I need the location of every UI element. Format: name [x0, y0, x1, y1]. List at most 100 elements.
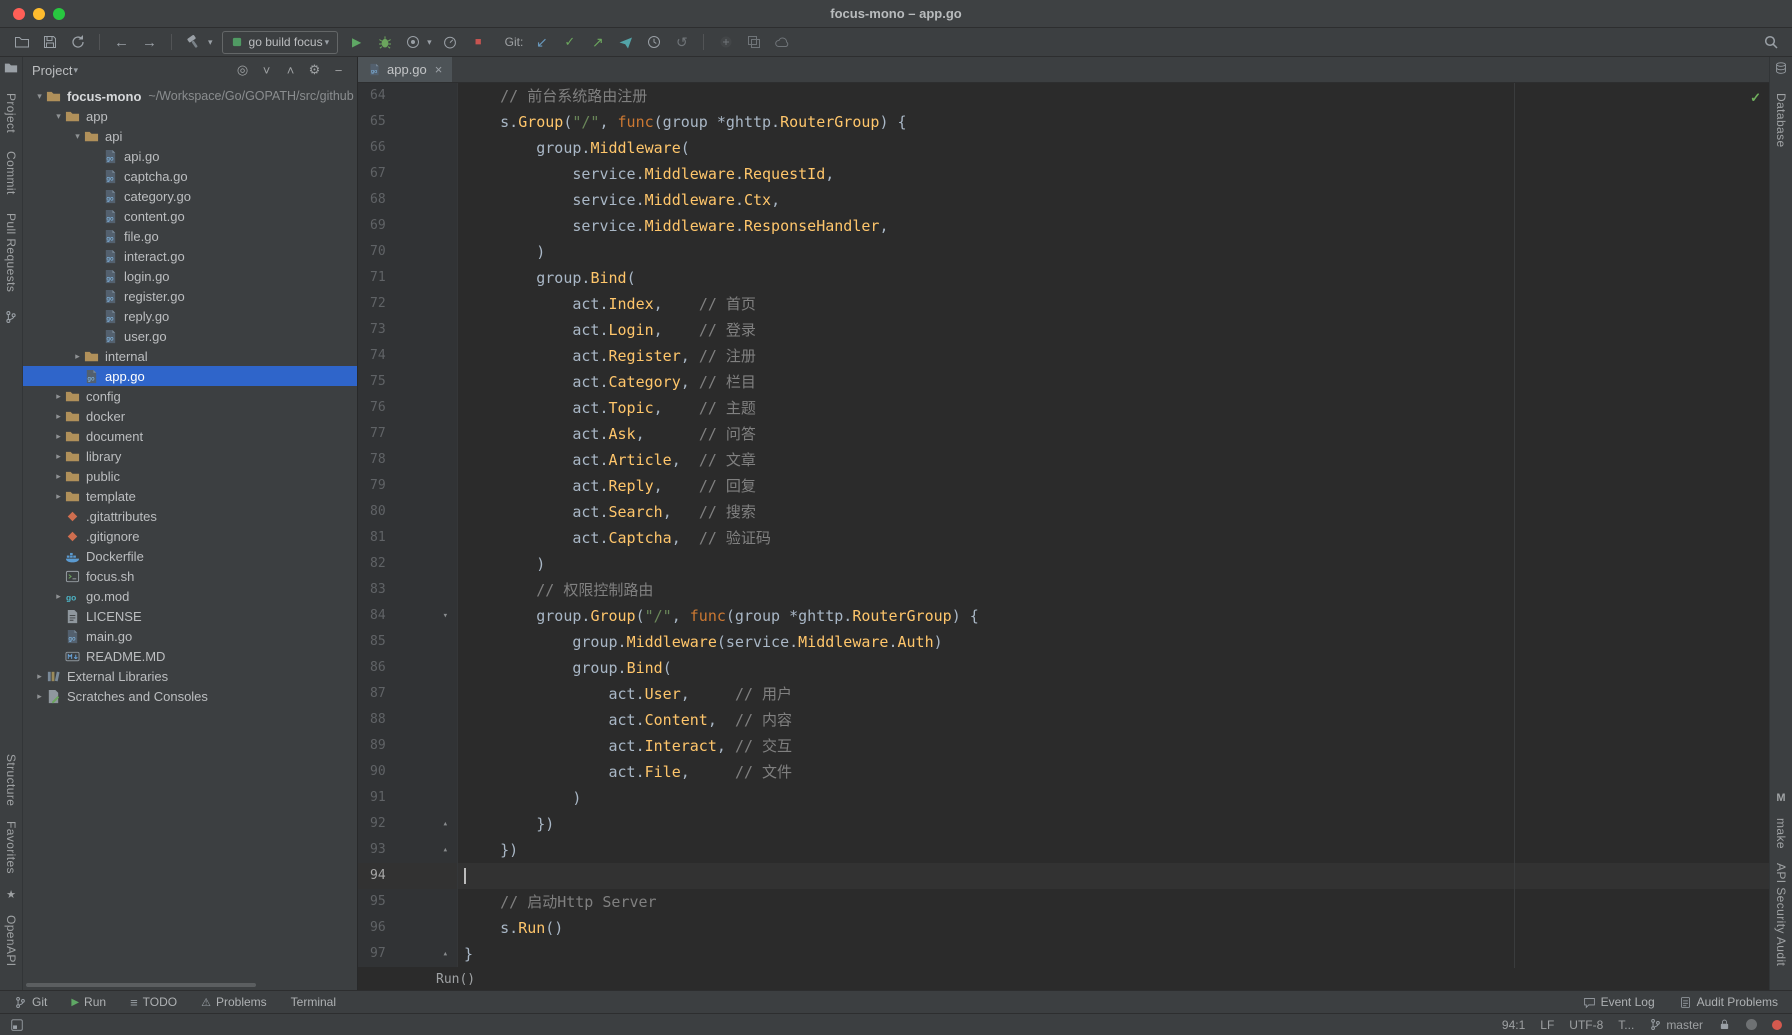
breadcrumb[interactable]: Run()	[436, 972, 475, 987]
expand-all-icon[interactable]: ˅	[257, 63, 276, 78]
code-editor[interactable]: 64 // 前台系统路由注册65 s.Group("/", func(group…	[358, 83, 1769, 968]
code-line-70[interactable]: 70 )	[358, 239, 1769, 265]
stripe-item-make[interactable]: make	[1774, 818, 1788, 849]
toolwindow-run[interactable]: ▶ Run	[71, 995, 106, 1009]
tree-item-interact-go[interactable]: gointeract.go	[23, 246, 357, 266]
chevron-down-icon[interactable]: ▾	[71, 131, 84, 142]
code-line-71[interactable]: 71 group.Bind(	[358, 265, 1769, 291]
chevron-down-icon[interactable]: ▾	[52, 111, 65, 122]
chevron-right-icon[interactable]: ▸	[52, 431, 65, 442]
code-line-83[interactable]: 83 // 权限控制路由	[358, 577, 1769, 603]
code-line-67[interactable]: 67 service.Middleware.RequestId,	[358, 161, 1769, 187]
tree-item-public[interactable]: ▸public	[23, 466, 357, 486]
stripe-item-openapi[interactable]: OpenAPI	[4, 915, 18, 967]
code-line-88[interactable]: 88 act.Content, // 内容	[358, 707, 1769, 733]
code-line-79[interactable]: 79 act.Reply, // 回复	[358, 473, 1769, 499]
chevron-right-icon[interactable]: ▸	[52, 591, 65, 602]
chevron-right-icon[interactable]: ▸	[52, 391, 65, 402]
highlighting-level-icon[interactable]	[1746, 1019, 1757, 1030]
tree-item-external-libraries[interactable]: ▸External Libraries	[23, 666, 357, 686]
code-line-74[interactable]: 74 act.Register, // 注册	[358, 343, 1769, 369]
run-config-selector[interactable]: go build focus ▾	[222, 31, 339, 54]
code-line-80[interactable]: 80 act.Search, // 搜索	[358, 499, 1769, 525]
project-tool-icon[interactable]	[4, 61, 18, 75]
chevron-right-icon[interactable]: ▸	[52, 471, 65, 482]
tree-item-config[interactable]: ▸config	[23, 386, 357, 406]
tree-item-main-go[interactable]: gomain.go	[23, 626, 357, 646]
chevron-right-icon[interactable]: ▸	[52, 411, 65, 422]
forward-icon[interactable]: →	[140, 33, 159, 52]
update-project-icon[interactable]: ↙	[532, 33, 551, 52]
horizontal-scrollbar[interactable]	[26, 983, 256, 987]
zoom-window-button[interactable]	[53, 8, 65, 20]
open-icon[interactable]	[12, 33, 31, 52]
coverage-icon[interactable]	[403, 33, 422, 52]
collapse-all-icon[interactable]: ˄	[281, 63, 300, 78]
code-line-96[interactable]: 96 s.Run()	[358, 915, 1769, 941]
fold-end-icon[interactable]: ▴	[443, 811, 448, 837]
code-line-77[interactable]: 77 act.Ask, // 问答	[358, 421, 1769, 447]
code-line-64[interactable]: 64 // 前台系统路由注册	[358, 83, 1769, 109]
tree-item-user-go[interactable]: gouser.go	[23, 326, 357, 346]
fold-end-icon[interactable]: ▴	[443, 837, 448, 863]
indent-indicator[interactable]: T...	[1618, 1018, 1634, 1032]
notifications-icon[interactable]	[1772, 1020, 1782, 1030]
stripe-item-project[interactable]: Project	[4, 93, 18, 133]
stripe-item-commit[interactable]: Commit	[4, 151, 18, 195]
back-icon[interactable]: ←	[112, 33, 131, 52]
toolwindow-problems[interactable]: ⚠ Problems	[201, 995, 267, 1009]
toolwindow-todo[interactable]: ≡ TODO	[130, 995, 177, 1010]
tree-item--gitignore[interactable]: .gitignore	[23, 526, 357, 546]
code-line-90[interactable]: 90 act.File, // 文件	[358, 759, 1769, 785]
tree-item--gitattributes[interactable]: .gitattributes	[23, 506, 357, 526]
push-icon[interactable]: ↗	[588, 33, 607, 52]
code-line-86[interactable]: 86 group.Bind(	[358, 655, 1769, 681]
code-line-72[interactable]: 72 act.Index, // 首页	[358, 291, 1769, 317]
tree-item-category-go[interactable]: gocategory.go	[23, 186, 357, 206]
code-line-87[interactable]: 87 act.User, // 用户	[358, 681, 1769, 707]
tree-item-login-go[interactable]: gologin.go	[23, 266, 357, 286]
close-icon[interactable]: ×	[435, 62, 443, 77]
rollback-icon[interactable]: ↺	[672, 33, 691, 52]
tree-item-library[interactable]: ▸library	[23, 446, 357, 466]
code-line-93[interactable]: 93▴ })	[358, 837, 1769, 863]
lock-icon[interactable]	[1718, 1018, 1731, 1031]
fold-start-icon[interactable]: ▾	[443, 603, 448, 629]
hide-panel-icon[interactable]: −	[329, 63, 348, 78]
code-line-75[interactable]: 75 act.Category, // 栏目	[358, 369, 1769, 395]
code-line-91[interactable]: 91 )	[358, 785, 1769, 811]
tree-item-api[interactable]: ▾api	[23, 126, 357, 146]
code-line-92[interactable]: 92▴ })	[358, 811, 1769, 837]
tab-app-go[interactable]: go app.go ×	[358, 57, 452, 82]
chevron-right-icon[interactable]: ▸	[52, 451, 65, 462]
chevron-right-icon[interactable]: ▸	[33, 691, 46, 702]
sync-icon[interactable]	[68, 33, 87, 52]
close-window-button[interactable]	[13, 8, 25, 20]
run-icon[interactable]: ▶	[347, 33, 366, 52]
search-everywhere-icon[interactable]	[1761, 33, 1780, 52]
minimize-window-button[interactable]	[33, 8, 45, 20]
line-separator[interactable]: LF	[1540, 1018, 1554, 1032]
stripe-item-database[interactable]: Database	[1774, 93, 1788, 148]
debug-icon[interactable]	[375, 33, 394, 52]
stripe-item-pull-requests[interactable]: Pull Requests	[4, 213, 18, 292]
chevron-right-icon[interactable]: ▸	[52, 491, 65, 502]
settings-gear-icon[interactable]: ⚙	[305, 62, 324, 78]
code-line-85[interactable]: 85 group.Middleware(service.Middleware.A…	[358, 629, 1769, 655]
tree-item-file-go[interactable]: gofile.go	[23, 226, 357, 246]
code-line-94[interactable]: 94	[358, 863, 1769, 889]
save-all-icon[interactable]	[40, 33, 59, 52]
tree-item-readme-md[interactable]: README.MD	[23, 646, 357, 666]
tree-item-content-go[interactable]: gocontent.go	[23, 206, 357, 226]
stop-icon[interactable]: ■	[469, 33, 488, 52]
tree-item-document[interactable]: ▸document	[23, 426, 357, 446]
fold-end-icon[interactable]: ▴	[443, 941, 448, 967]
file-encoding[interactable]: UTF-8	[1569, 1018, 1603, 1032]
code-line-73[interactable]: 73 act.Login, // 登录	[358, 317, 1769, 343]
chevron-down-icon[interactable]: ▾	[73, 65, 78, 76]
code-line-84[interactable]: 84▾ group.Group("/", func(group *ghttp.R…	[358, 603, 1769, 629]
stripe-item-structure[interactable]: Structure	[4, 754, 18, 806]
cloud-icon[interactable]	[772, 33, 791, 52]
code-line-78[interactable]: 78 act.Article, // 文章	[358, 447, 1769, 473]
toolwindow-toggle-icon[interactable]	[10, 1018, 24, 1032]
